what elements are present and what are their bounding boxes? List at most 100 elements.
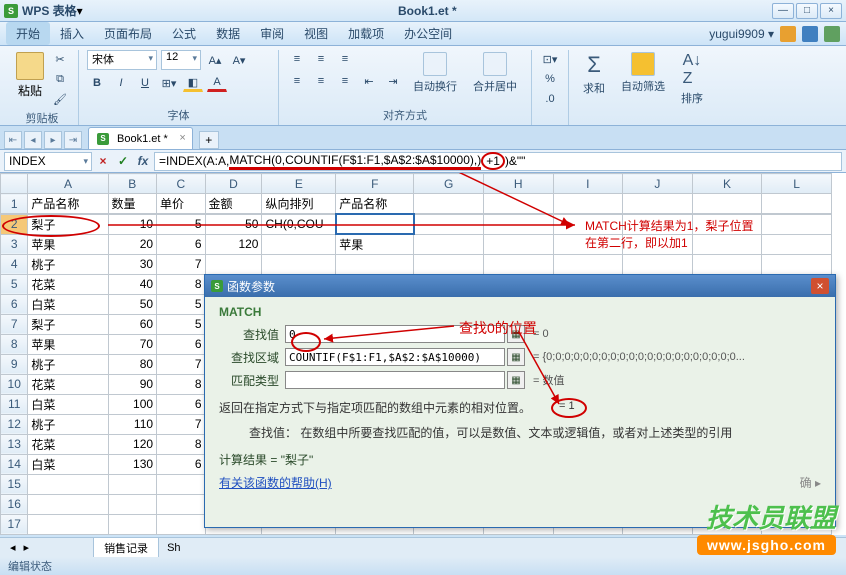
menu-review[interactable]: 审阅: [250, 22, 294, 45]
new-doc-button[interactable]: +: [199, 131, 219, 149]
col-E[interactable]: E: [262, 174, 336, 194]
formula-bar: INDEX × ✓ fx =INDEX(A:A,MATCH(0,COUNTIF(…: [0, 150, 846, 173]
match-type-input[interactable]: [285, 371, 505, 389]
dialog-close-button[interactable]: ×: [811, 278, 829, 294]
font-color-icon[interactable]: A: [207, 74, 227, 92]
name-box[interactable]: INDEX: [4, 152, 92, 171]
col-I[interactable]: I: [553, 174, 623, 194]
decrease-font-icon[interactable]: A▾: [229, 51, 249, 69]
dialog-titlebar[interactable]: S 函数参数 ×: [205, 275, 835, 297]
align-left-icon[interactable]: ≡: [287, 72, 307, 90]
range-picker-icon[interactable]: ▦: [507, 348, 525, 366]
doc-tab-icon: S: [97, 133, 109, 145]
doc-title: Book1.et *: [83, 4, 772, 18]
nav-prev-icon[interactable]: ◂: [24, 131, 42, 149]
menu-start[interactable]: 开始: [6, 22, 50, 45]
help-icon[interactable]: [824, 26, 840, 42]
grid[interactable]: A B C D E F G H I J K L 1 产品名称数量单价金额纵向排列…: [0, 173, 832, 214]
fx-button[interactable]: fx: [134, 152, 152, 170]
nav-next-icon[interactable]: ▸: [44, 131, 62, 149]
d-icon[interactable]: [802, 26, 818, 42]
menu-office[interactable]: 办公空间: [394, 22, 462, 45]
align-bottom-icon[interactable]: ≡: [335, 50, 355, 68]
merge-button[interactable]: 合并居中: [467, 50, 523, 96]
menu-insert[interactable]: 插入: [50, 22, 94, 45]
lookup-array-input[interactable]: [285, 348, 505, 366]
close-button[interactable]: ×: [820, 3, 842, 19]
sum-button[interactable]: Σ求和: [577, 50, 611, 98]
italic-button[interactable]: I: [111, 74, 131, 92]
cut-icon[interactable]: ✂: [50, 50, 70, 68]
doc-tab[interactable]: S Book1.et * ×: [88, 127, 193, 149]
formula-input[interactable]: =INDEX(A:A,MATCH(0,COUNTIF(F$1:F1,$A$2:$…: [154, 152, 842, 171]
font-size-dropdown[interactable]: 12: [161, 50, 201, 70]
skin-icon[interactable]: [780, 26, 796, 42]
indent-dec-icon[interactable]: ⇤: [359, 72, 379, 90]
menu-addins[interactable]: 加载项: [338, 22, 394, 45]
percent-style-icon[interactable]: %: [540, 70, 560, 88]
sort-button[interactable]: A↓Z排序: [675, 50, 709, 108]
sort-icon: A↓Z: [683, 52, 702, 88]
status-text: 编辑状态: [8, 558, 52, 574]
user-label[interactable]: yugui9909 ▾: [709, 27, 774, 41]
app-name: WPS 表格: [22, 2, 77, 19]
menu-data[interactable]: 数据: [206, 22, 250, 45]
col-C[interactable]: C: [157, 174, 206, 194]
align-top-icon[interactable]: ≡: [287, 50, 307, 68]
minimize-button[interactable]: —: [772, 3, 794, 19]
ribbon: 粘贴 ✂ ⧉ 🖌 剪贴板 宋体 12 A▴ A▾ B I U ⊞▾ ◧: [0, 46, 846, 126]
col-A[interactable]: A: [28, 174, 108, 194]
range-picker-icon[interactable]: ▦: [507, 371, 525, 389]
col-L[interactable]: L: [762, 174, 832, 194]
nav-last-icon[interactable]: ⇥: [64, 131, 82, 149]
dialog-result: 计算结果 = "梨子": [219, 451, 821, 468]
decimal-icon[interactable]: .0: [540, 90, 560, 108]
formula-cancel-button[interactable]: ×: [94, 152, 112, 170]
menu-formula[interactable]: 公式: [162, 22, 206, 45]
dialog-param-help: 查找值： 在数组中所要查找匹配的值，可以是数值、文本或逻辑值，或者对上述类型的引…: [249, 424, 821, 441]
align-middle-icon[interactable]: ≡: [311, 50, 331, 68]
wrap-button[interactable]: 自动换行: [407, 50, 463, 96]
menu-view[interactable]: 视图: [294, 22, 338, 45]
col-B[interactable]: B: [108, 174, 157, 194]
col-D[interactable]: D: [205, 174, 262, 194]
align-right-icon[interactable]: ≡: [335, 72, 355, 90]
group-font-label: 字体: [87, 105, 270, 123]
dialog-description: 返回在指定方式下与指定项匹配的数组中元素的相对位置。: [219, 399, 821, 416]
dialog-ok-hint: 确 ▸: [800, 474, 821, 491]
sheet-tab-sh[interactable]: Sh: [159, 540, 188, 556]
nav-first-icon[interactable]: ⇤: [4, 131, 22, 149]
col-K[interactable]: K: [692, 174, 762, 194]
fill-color-icon[interactable]: ◧: [183, 74, 203, 92]
formula-accept-button[interactable]: ✓: [114, 152, 132, 170]
align-center-icon[interactable]: ≡: [311, 72, 331, 90]
menu-bar: 开始 插入 页面布局 公式 数据 审阅 视图 加载项 办公空间 yugui990…: [0, 22, 846, 46]
col-J[interactable]: J: [623, 174, 693, 194]
group-clipboard-label: 剪贴板: [14, 108, 70, 126]
increase-font-icon[interactable]: A▴: [205, 51, 225, 69]
underline-button[interactable]: U: [135, 74, 155, 92]
maximize-button[interactable]: □: [796, 3, 818, 19]
sheet-tab-sales[interactable]: 销售记录: [93, 537, 159, 558]
format-painter-icon[interactable]: 🖌: [50, 90, 70, 108]
lookup-value-label: 查找值: [219, 326, 279, 343]
app-icon: S: [4, 4, 18, 18]
title-bar: S WPS 表格 ▾ Book1.et * — □ ×: [0, 0, 846, 22]
paste-button[interactable]: 粘贴: [14, 50, 46, 101]
col-H[interactable]: H: [483, 174, 553, 194]
border-icon[interactable]: ⊞▾: [159, 74, 179, 92]
select-all[interactable]: [1, 174, 28, 194]
menu-pagelayout[interactable]: 页面布局: [94, 22, 162, 45]
indent-inc-icon[interactable]: ⇥: [383, 72, 403, 90]
copy-icon[interactable]: ⧉: [50, 70, 70, 88]
bold-button[interactable]: B: [87, 74, 107, 92]
clipboard-icon: [16, 52, 44, 80]
filter-button[interactable]: 自动筛选: [615, 50, 671, 96]
font-name-dropdown[interactable]: 宋体: [87, 50, 157, 70]
col-G[interactable]: G: [414, 174, 484, 194]
doc-tab-close[interactable]: ×: [179, 132, 185, 144]
dialog-help-link[interactable]: 有关该函数的帮助(H): [219, 474, 332, 491]
col-F[interactable]: F: [336, 174, 414, 194]
comma-style-icon[interactable]: ⊡▾: [540, 50, 560, 68]
annotation-match-note: MATCH计算结果为1，梨子位置 在第二行，即以加1: [585, 217, 753, 251]
